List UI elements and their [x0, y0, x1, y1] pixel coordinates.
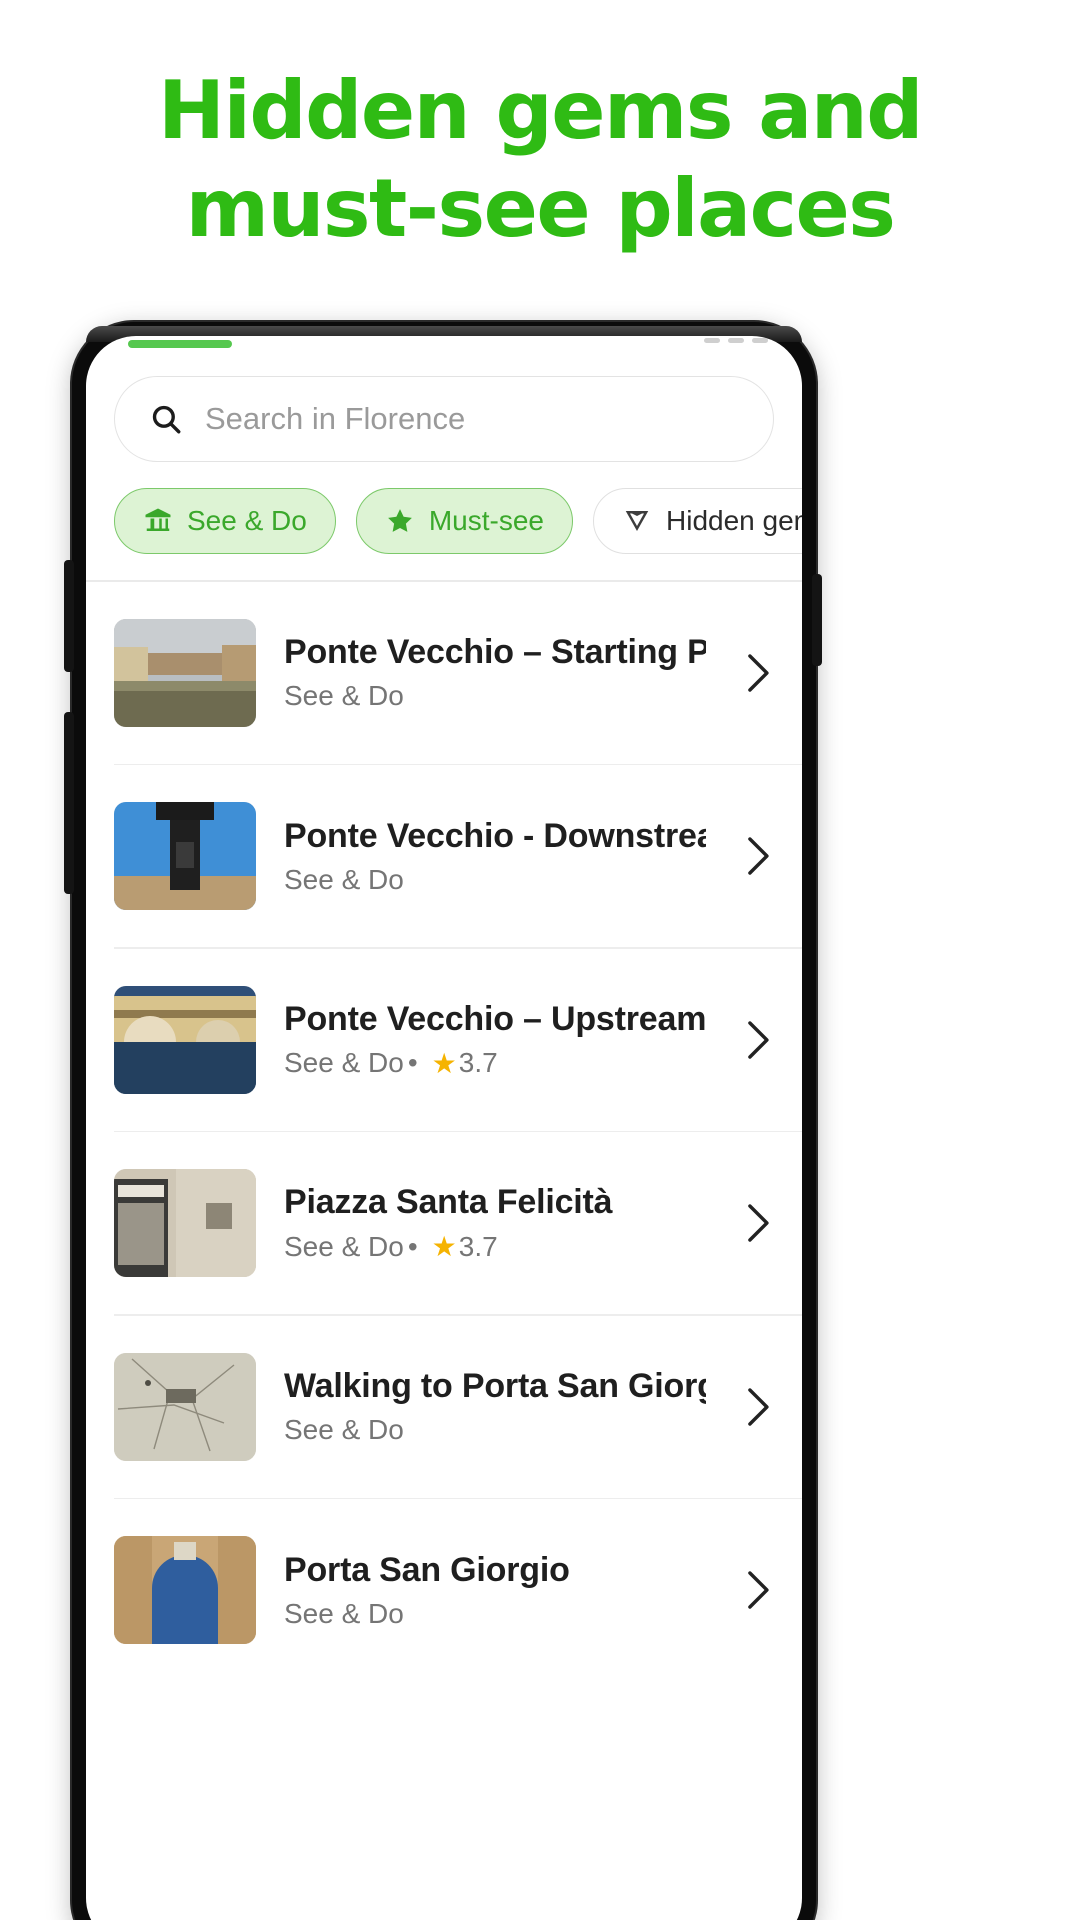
phone-mockup: Search in Florence See & Do Must-see Hid… [72, 322, 816, 1920]
list-item[interactable]: Piazza Santa Felicità See & Do • ★ 3.7 [86, 1132, 802, 1314]
phone-screen: Search in Florence See & Do Must-see Hid… [86, 336, 802, 1920]
list-item-title: Porta San Giorgio [284, 1550, 570, 1589]
list-item-category: See & Do [284, 1414, 404, 1445]
chevron-right-icon[interactable] [734, 1384, 774, 1430]
filter-chip-row[interactable]: See & Do Must-see Hidden gem Free [86, 462, 802, 580]
list-item-title: Piazza Santa Felicità [284, 1183, 613, 1221]
list-item-category: See & Do [284, 863, 404, 895]
separator-dot: • [407, 1230, 418, 1262]
list-item-text: Ponte Vecchio – Starting Point See & Do [284, 633, 706, 712]
poster-page: Hidden gems and must-see places Search i… [0, 0, 1080, 1920]
list-item-text: Piazza Santa Felicità See & Do • ★ 3.7 [284, 1183, 706, 1263]
filter-chip-label: Must-see [428, 505, 545, 536]
search-input[interactable]: Search in Florence [114, 376, 774, 462]
list-item[interactable]: Ponte Vecchio – Upstream See & Do • ★ 3.… [86, 949, 802, 1131]
filter-chip-label: See & Do [187, 505, 307, 536]
search-placeholder: Search in Florence [205, 401, 466, 436]
list-item-category: See & Do [284, 680, 404, 711]
list-item-text: Porta San Giorgio See & Do [284, 1551, 706, 1630]
list-item-title: Ponte Vecchio - Downstream [284, 816, 706, 855]
filter-chip-must-see[interactable]: Must-see [355, 488, 574, 554]
list-item-rating: 3.7 [458, 1047, 498, 1078]
chevron-right-icon[interactable] [734, 1017, 774, 1063]
list-item-subtitle: See & Do [284, 1598, 706, 1630]
list-item-subtitle: See & Do • ★ 3.7 [284, 1047, 706, 1080]
list-item-text: Ponte Vecchio – Upstream See & Do • ★ 3.… [284, 1000, 706, 1080]
thumbnail-river-arno [114, 618, 256, 727]
thumbnail-stone-arch [114, 1536, 256, 1644]
list-item-text: Walking to Porta San Giorgio See & Do [284, 1367, 706, 1446]
star-icon: ★ [431, 1231, 457, 1262]
phone-volume-up-button[interactable] [64, 560, 74, 672]
filter-chip-hidden-gem[interactable]: Hidden gem [593, 488, 802, 554]
search-container: Search in Florence [86, 370, 802, 462]
list-item-subtitle: See & Do [284, 1414, 706, 1446]
places-list: Ponte Vecchio – Starting Point See & Do [86, 582, 802, 1682]
status-strip [86, 336, 802, 370]
list-item-subtitle: See & Do • ★ 3.7 [284, 1230, 706, 1263]
museum-icon [143, 506, 173, 536]
page-title: Hidden gems and must-see places [0, 62, 1080, 257]
thumbnail-kiosk-wall [114, 1169, 256, 1277]
list-item[interactable]: Walking to Porta San Giorgio See & Do [86, 1316, 802, 1498]
list-item-category: See & Do [284, 1597, 404, 1629]
star-icon [385, 506, 415, 536]
search-icon [149, 402, 183, 436]
phone-volume-down-button[interactable] [64, 712, 74, 894]
list-item-category: See & Do [284, 1230, 404, 1262]
chevron-right-icon[interactable] [734, 1567, 774, 1613]
list-item-text: Ponte Vecchio - Downstream See & Do [284, 817, 706, 896]
list-item-rating: 3.7 [458, 1230, 498, 1262]
thumbnail-paper-map [114, 1352, 256, 1461]
top-green-pill [128, 340, 232, 348]
filter-chip-label: Hidden gem [666, 505, 802, 536]
chevron-right-icon[interactable] [734, 833, 774, 879]
list-item-subtitle: See & Do [284, 864, 706, 896]
star-icon: ★ [431, 1047, 457, 1079]
list-item-title: Walking to Porta San Giorgio [284, 1367, 706, 1405]
filter-chip-see-and-do[interactable]: See & Do [114, 488, 336, 554]
thumbnail-bridge-arches [114, 985, 256, 1094]
diamond-icon [622, 506, 652, 536]
list-item-title: Ponte Vecchio – Upstream [284, 999, 706, 1038]
headline-line-2: must-see places [185, 161, 896, 255]
separator-dot: • [407, 1047, 418, 1078]
chevron-right-icon[interactable] [734, 1200, 774, 1246]
thumbnail-statue-sky [114, 802, 256, 910]
phone-power-button[interactable] [812, 574, 822, 666]
top-dashes [704, 338, 768, 343]
chevron-right-icon[interactable] [734, 650, 774, 696]
list-item[interactable]: Porta San Giorgio See & Do [86, 1499, 802, 1681]
headline-line-1: Hidden gems and [157, 64, 924, 157]
list-item-title: Ponte Vecchio – Starting Point [284, 633, 706, 671]
list-item[interactable]: Ponte Vecchio - Downstream See & Do [86, 765, 802, 947]
list-item-category: See & Do [284, 1047, 404, 1078]
list-item[interactable]: Ponte Vecchio – Starting Point See & Do [86, 582, 802, 764]
list-item-subtitle: See & Do [284, 680, 706, 712]
